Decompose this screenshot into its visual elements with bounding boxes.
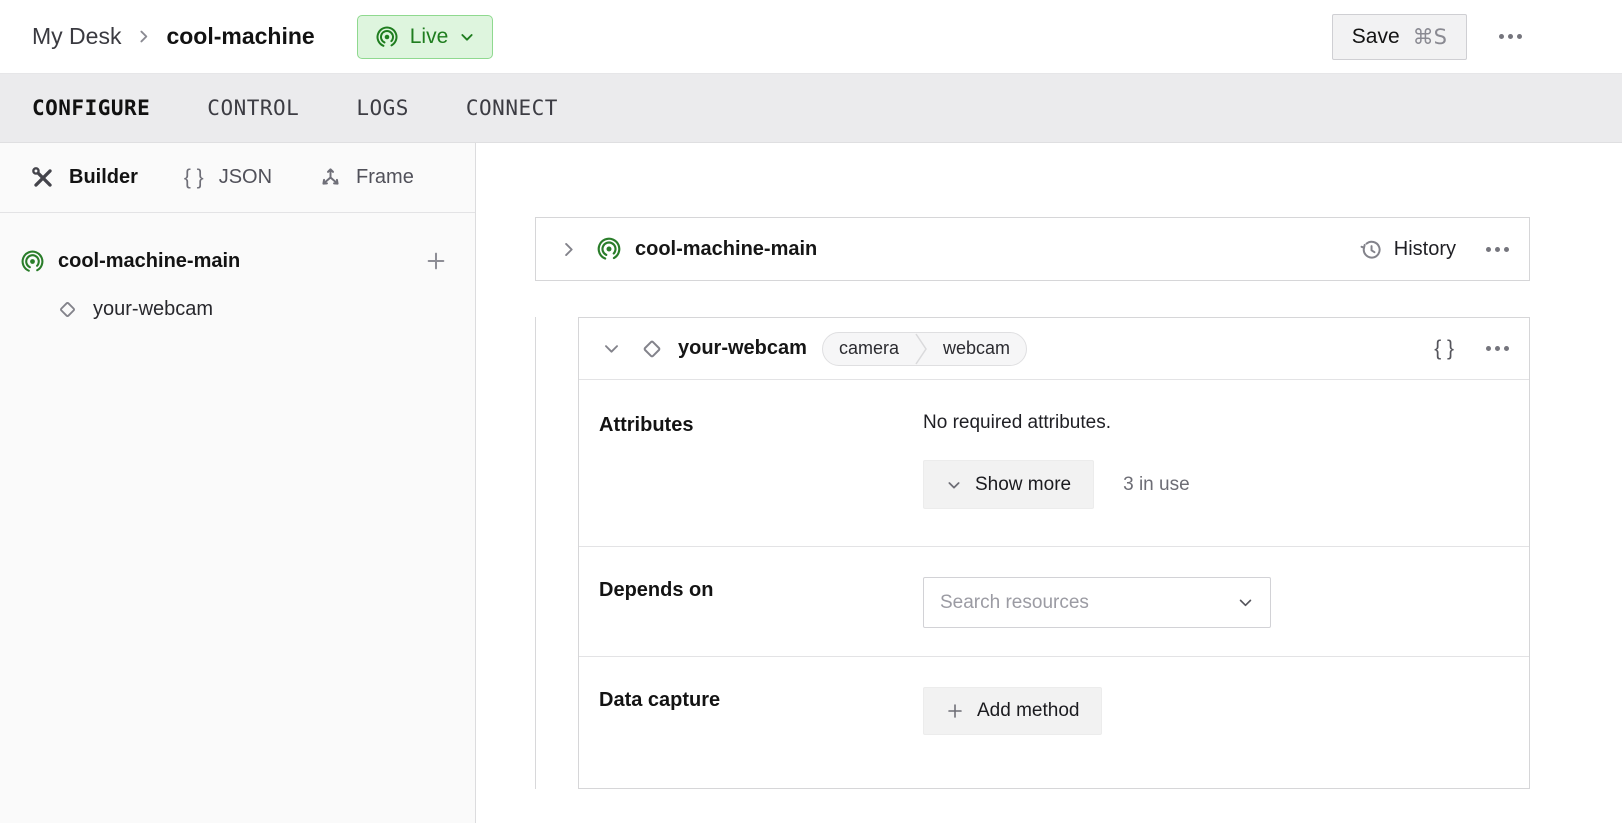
machine-part-icon [20, 249, 45, 274]
add-resource-button[interactable] [425, 250, 447, 272]
part-card-title: cool-machine-main [635, 238, 817, 261]
mode-builder[interactable]: Builder [30, 165, 138, 191]
tab-control[interactable]: CONTROL [207, 96, 299, 120]
add-method-button[interactable]: Add method [923, 687, 1102, 735]
plus-icon [946, 702, 964, 720]
resource-tree: cool-machine-main your-webcam [0, 213, 475, 333]
axes-icon [318, 165, 343, 190]
chevron-down-icon [946, 477, 962, 493]
tree-item-machine-part[interactable]: cool-machine-main [20, 237, 447, 285]
component-menu-button[interactable] [1486, 346, 1509, 351]
data-capture-label: Data capture [599, 687, 923, 760]
pill-divider-chevron [915, 333, 927, 365]
breadcrumb-current: cool-machine [166, 23, 314, 50]
save-label: Save [1352, 25, 1400, 49]
resource-type: camera [823, 338, 915, 359]
attributes-empty-text: No required attributes. [923, 412, 1509, 434]
tab-connect[interactable]: CONNECT [466, 96, 558, 120]
mode-frame[interactable]: Frame [318, 165, 414, 190]
tab-configure[interactable]: CONFIGURE [32, 96, 150, 120]
resource-model: webcam [927, 338, 1026, 359]
tab-logs[interactable]: LOGS [356, 96, 409, 120]
expand-chevron-right-icon[interactable] [550, 240, 587, 259]
status-label: Live [410, 25, 449, 49]
more-menu-button[interactable] [1499, 34, 1522, 39]
edit-json-icon[interactable]: { } [1434, 337, 1456, 361]
breadcrumb: My Desk cool-machine [32, 23, 315, 50]
depends-on-select[interactable] [923, 577, 1271, 628]
depends-on-section: Depends on [579, 546, 1529, 656]
attributes-section: Attributes No required attributes. Show … [579, 380, 1529, 546]
machine-status-badge[interactable]: Live [357, 15, 494, 59]
mode-builder-label: Builder [69, 166, 138, 189]
child-resources-rail: your-webcam camera webcam { } Attributes [535, 317, 1530, 789]
config-main: cool-machine-main History [476, 143, 1622, 823]
breadcrumb-parent-link[interactable]: My Desk [32, 23, 121, 50]
depends-on-label: Depends on [599, 577, 923, 628]
search-resources-input[interactable] [940, 592, 1237, 614]
component-diamond-icon [55, 297, 80, 322]
show-more-button[interactable]: Show more [923, 460, 1094, 509]
mode-json-label: JSON [219, 166, 272, 189]
attributes-label: Attributes [599, 412, 923, 518]
broadcast-icon [375, 25, 399, 49]
top-bar: My Desk cool-machine Live Save ⌘S [0, 0, 1622, 74]
resource-type-badge: camera webcam [822, 332, 1027, 366]
add-method-label: Add method [977, 700, 1079, 722]
chevron-down-icon [1237, 594, 1254, 611]
component-card: your-webcam camera webcam { } Attributes [578, 317, 1530, 789]
component-card-title: your-webcam [678, 337, 807, 360]
component-diamond-icon [638, 335, 666, 363]
attributes-in-use-count: 3 in use [1123, 474, 1190, 496]
part-menu-button[interactable] [1486, 247, 1509, 252]
tree-item-label: cool-machine-main [58, 250, 240, 273]
plus-icon [425, 250, 447, 272]
config-sidebar: Builder { } JSON Frame [0, 143, 476, 823]
chevron-down-icon [459, 29, 475, 45]
history-icon [1358, 237, 1383, 262]
collapse-chevron-down-icon[interactable] [593, 339, 630, 358]
tools-icon [30, 165, 56, 191]
page-tabs: CONFIGURE CONTROL LOGS CONNECT [0, 74, 1622, 143]
mode-json[interactable]: { } JSON [184, 166, 272, 190]
show-more-label: Show more [975, 474, 1071, 496]
tree-item-component[interactable]: your-webcam [20, 285, 447, 333]
history-button[interactable]: History [1358, 237, 1456, 262]
view-mode-switcher: Builder { } JSON Frame [0, 143, 475, 213]
component-card-header: your-webcam camera webcam { } [579, 318, 1529, 380]
machine-part-icon [596, 236, 622, 262]
machine-part-card: cool-machine-main History [535, 217, 1530, 281]
save-shortcut: ⌘S [1413, 25, 1447, 49]
tree-item-label: your-webcam [93, 298, 213, 321]
chevron-right-icon [135, 28, 152, 45]
mode-frame-label: Frame [356, 166, 414, 189]
save-button[interactable]: Save ⌘S [1332, 14, 1467, 60]
braces-icon: { } [184, 166, 206, 190]
data-capture-section: Data capture Add method [579, 656, 1529, 788]
history-label: History [1394, 238, 1456, 261]
